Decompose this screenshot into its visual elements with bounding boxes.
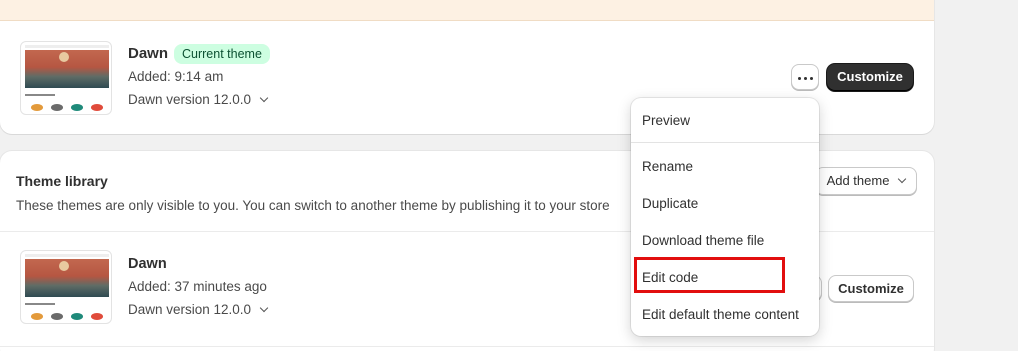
more-actions-button[interactable]: [791, 64, 819, 90]
divider: [0, 346, 934, 347]
menu-item-rename[interactable]: Rename: [642, 159, 693, 174]
add-theme-button[interactable]: Add theme: [815, 167, 917, 195]
library-theme-name: Dawn: [128, 256, 167, 272]
menu-item-download-theme-file[interactable]: Download theme file: [642, 233, 764, 248]
theme-actions-menu: Preview Rename Duplicate Download theme …: [631, 98, 819, 336]
current-theme-badge: Current theme: [174, 44, 270, 64]
current-theme-version-select[interactable]: Dawn version 12.0.0: [128, 92, 269, 107]
theme-library-title: Theme library: [16, 173, 108, 189]
theme-library-description: These themes are only visible to you. Yo…: [16, 198, 610, 213]
library-theme-thumbnail: [20, 250, 112, 324]
add-theme-label: Add theme: [826, 173, 890, 188]
library-theme-added: Added: 37 minutes ago: [128, 279, 267, 294]
chevron-down-icon: [259, 93, 269, 103]
current-theme-name: Dawn: [128, 45, 169, 62]
library-theme-version: Dawn version 12.0.0: [128, 302, 252, 317]
library-theme-version-select[interactable]: Dawn version 12.0.0: [128, 302, 269, 317]
chevron-down-icon: [898, 174, 907, 184]
notice-banner: [0, 0, 934, 21]
chevron-down-icon: [259, 303, 269, 313]
menu-item-preview[interactable]: Preview: [642, 113, 690, 128]
current-theme-thumbnail: [20, 41, 112, 115]
menu-item-duplicate[interactable]: Duplicate: [642, 196, 698, 211]
current-theme-added: Added: 9:14 am: [128, 69, 224, 84]
menu-divider: [631, 142, 819, 143]
edit-code-highlight-box: [634, 257, 785, 293]
current-theme-version: Dawn version 12.0.0: [128, 92, 252, 107]
menu-item-edit-default-theme-content[interactable]: Edit default theme content: [642, 307, 799, 322]
customize-library-button[interactable]: Customize: [828, 275, 914, 302]
customize-current-button[interactable]: Customize: [827, 64, 913, 91]
